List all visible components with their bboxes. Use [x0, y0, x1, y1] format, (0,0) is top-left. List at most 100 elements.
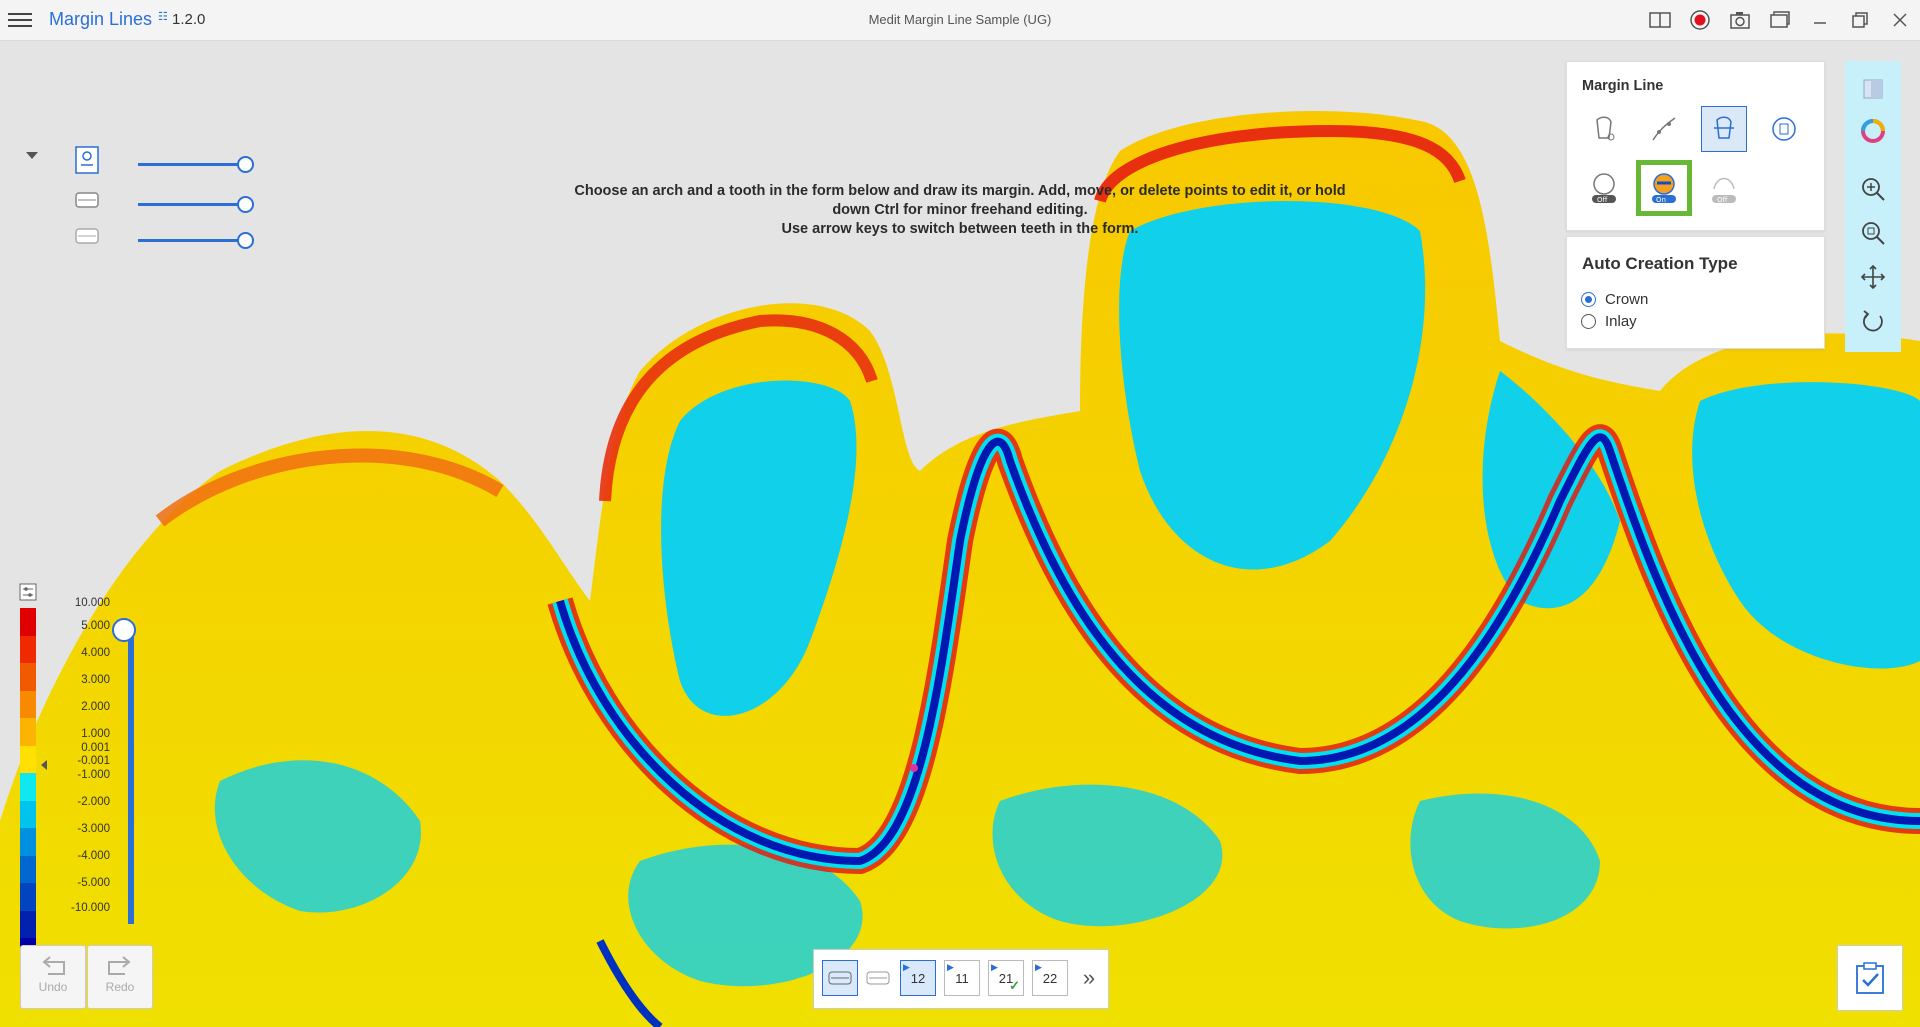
tooth-11-button[interactable]: ▶ 11 — [944, 960, 980, 996]
undo-label: Undo — [38, 980, 68, 994]
legend-range-rail[interactable] — [128, 632, 134, 924]
tooth-label: 12 — [910, 970, 926, 986]
zoom-fit-icon[interactable] — [1853, 213, 1893, 253]
legend-label: -5.000 — [77, 877, 110, 889]
close-icon[interactable] — [1880, 0, 1920, 40]
tooth-12-button[interactable]: ▶ 12 — [900, 960, 936, 996]
opacity-slider-track[interactable] — [138, 203, 245, 206]
legend-label: -10.000 — [70, 902, 110, 914]
pan-icon[interactable] — [1853, 257, 1893, 297]
legend-pointer-icon — [41, 760, 47, 770]
legend-color-swatch — [20, 608, 36, 636]
layer-row-upper-arch — [72, 185, 254, 215]
radio-inlay[interactable]: Inlay — [1581, 313, 1637, 330]
redo-button[interactable]: Redo — [87, 945, 153, 1009]
legend-color-swatch — [20, 828, 36, 856]
tooth-selection-bar: ▶ 12 ▶ 11 ▶ 21 ✓ ▶ 22 » — [813, 949, 1109, 1009]
clipboard-check-icon — [1856, 962, 1884, 994]
minimize-icon[interactable] — [1800, 0, 1840, 40]
legend-label: 3.000 — [81, 674, 110, 686]
app-version: 1.2.0 — [172, 11, 206, 28]
radio-crown-indicator[interactable] — [1581, 292, 1596, 307]
legend-color-swatch — [20, 690, 36, 718]
legend-label: 10.000 — [74, 597, 110, 609]
lower-arch-icon[interactable] — [72, 221, 102, 251]
opacity-slider-knob[interactable] — [237, 232, 254, 249]
legend-label: 2.000 — [81, 701, 110, 713]
camera-icon[interactable] — [1720, 0, 1760, 40]
rotate-icon[interactable] — [1853, 301, 1893, 341]
view-cube-icon[interactable] — [1853, 69, 1893, 109]
legend-color-bar — [20, 608, 36, 966]
document-icon[interactable] — [72, 145, 102, 175]
legend-label: -3.000 — [77, 823, 110, 835]
instruction-text: Choose an arch and a tooth in the form b… — [574, 183, 1346, 237]
record-icon[interactable] — [1680, 0, 1720, 40]
legend-color-swatch — [20, 910, 36, 938]
legend-color-swatch — [20, 663, 36, 691]
panel-title: Margin Line — [1582, 78, 1664, 94]
margin-line-panel: Margin Line Off On Off — [1566, 61, 1825, 231]
menu-icon[interactable] — [8, 9, 32, 31]
auto-creation-title: Auto Creation Type — [1582, 254, 1738, 273]
color-wheel-icon[interactable] — [1853, 111, 1893, 151]
undo-button[interactable]: Undo — [20, 945, 86, 1009]
tooth-21-button[interactable]: ▶ 21 ✓ — [988, 960, 1024, 996]
legend-label: 5.000 — [81, 620, 110, 632]
gallery-icon[interactable] — [1760, 0, 1800, 40]
app-badge-icon: ☷ — [158, 11, 168, 23]
window-title: Medit Margin Line Sample (UG) — [868, 12, 1052, 27]
edit-points-tool[interactable] — [1641, 106, 1687, 152]
redo-icon — [108, 956, 131, 975]
deviation-map-toggle[interactable]: On — [1636, 160, 1692, 216]
tooth-label: 11 — [955, 970, 969, 986]
view-toolbar — [1845, 61, 1901, 352]
legend-range-handle[interactable] — [112, 618, 136, 642]
legend-label: -0.001 — [77, 755, 110, 767]
opacity-slider-knob[interactable] — [237, 156, 254, 173]
done-button[interactable] — [1837, 945, 1903, 1011]
delete-margin-tool[interactable] — [1761, 106, 1807, 152]
restore-icon[interactable] — [1840, 0, 1880, 40]
lower-arch-button[interactable] — [860, 960, 896, 996]
collapse-arrow-icon[interactable] — [26, 152, 38, 159]
svg-text:Off: Off — [1597, 196, 1608, 204]
upper-arch-button[interactable] — [822, 960, 858, 996]
zoom-in-icon[interactable] — [1853, 169, 1893, 209]
upper-arch-icon[interactable] — [72, 185, 102, 215]
legend-label: 0.001 — [81, 742, 110, 754]
radio-crown[interactable]: Crown — [1581, 291, 1648, 308]
legend-label: -4.000 — [77, 850, 110, 862]
legend-label: 1.000 — [81, 728, 110, 740]
legend-color-swatch — [20, 773, 36, 801]
legend-label: -1.000 — [77, 769, 110, 781]
layer-panel — [22, 140, 254, 250]
redo-label: Redo — [105, 980, 135, 994]
more-teeth-button[interactable]: » — [1076, 962, 1102, 996]
legend-color-swatch — [20, 745, 36, 773]
title-bar: Margin Lines ☷ 1.2.0 Medit Margin Line S… — [0, 0, 1920, 41]
undercut-toggle[interactable]: Off — [1581, 165, 1627, 211]
layer-row-document — [72, 145, 254, 175]
app-name: Margin Lines — [49, 9, 153, 29]
help-book-icon[interactable] — [1640, 0, 1680, 40]
legend-color-swatch — [20, 855, 36, 883]
smooth-toggle[interactable]: Off — [1701, 165, 1747, 211]
opacity-slider-track[interactable] — [138, 163, 245, 166]
opacity-slider-track[interactable] — [138, 239, 245, 242]
layer-row-lower-arch — [72, 221, 254, 251]
opacity-slider-knob[interactable] — [237, 196, 254, 213]
legend-settings-icon[interactable] — [19, 583, 37, 601]
legend-label: 4.000 — [81, 647, 110, 659]
legend-color-swatch — [20, 635, 36, 663]
undo-icon — [42, 956, 65, 975]
svg-text:Off: Off — [1717, 196, 1728, 204]
manual-draw-tool[interactable] — [1581, 106, 1627, 152]
radio-inlay-indicator[interactable] — [1581, 314, 1596, 329]
radio-inlay-label: Inlay — [1605, 313, 1637, 330]
svg-text:On: On — [1656, 196, 1666, 204]
auto-creation-tool[interactable] — [1701, 106, 1747, 152]
tooth-22-button[interactable]: ▶ 22 — [1032, 960, 1068, 996]
radio-crown-label: Crown — [1605, 291, 1649, 308]
legend-color-swatch — [20, 718, 36, 746]
